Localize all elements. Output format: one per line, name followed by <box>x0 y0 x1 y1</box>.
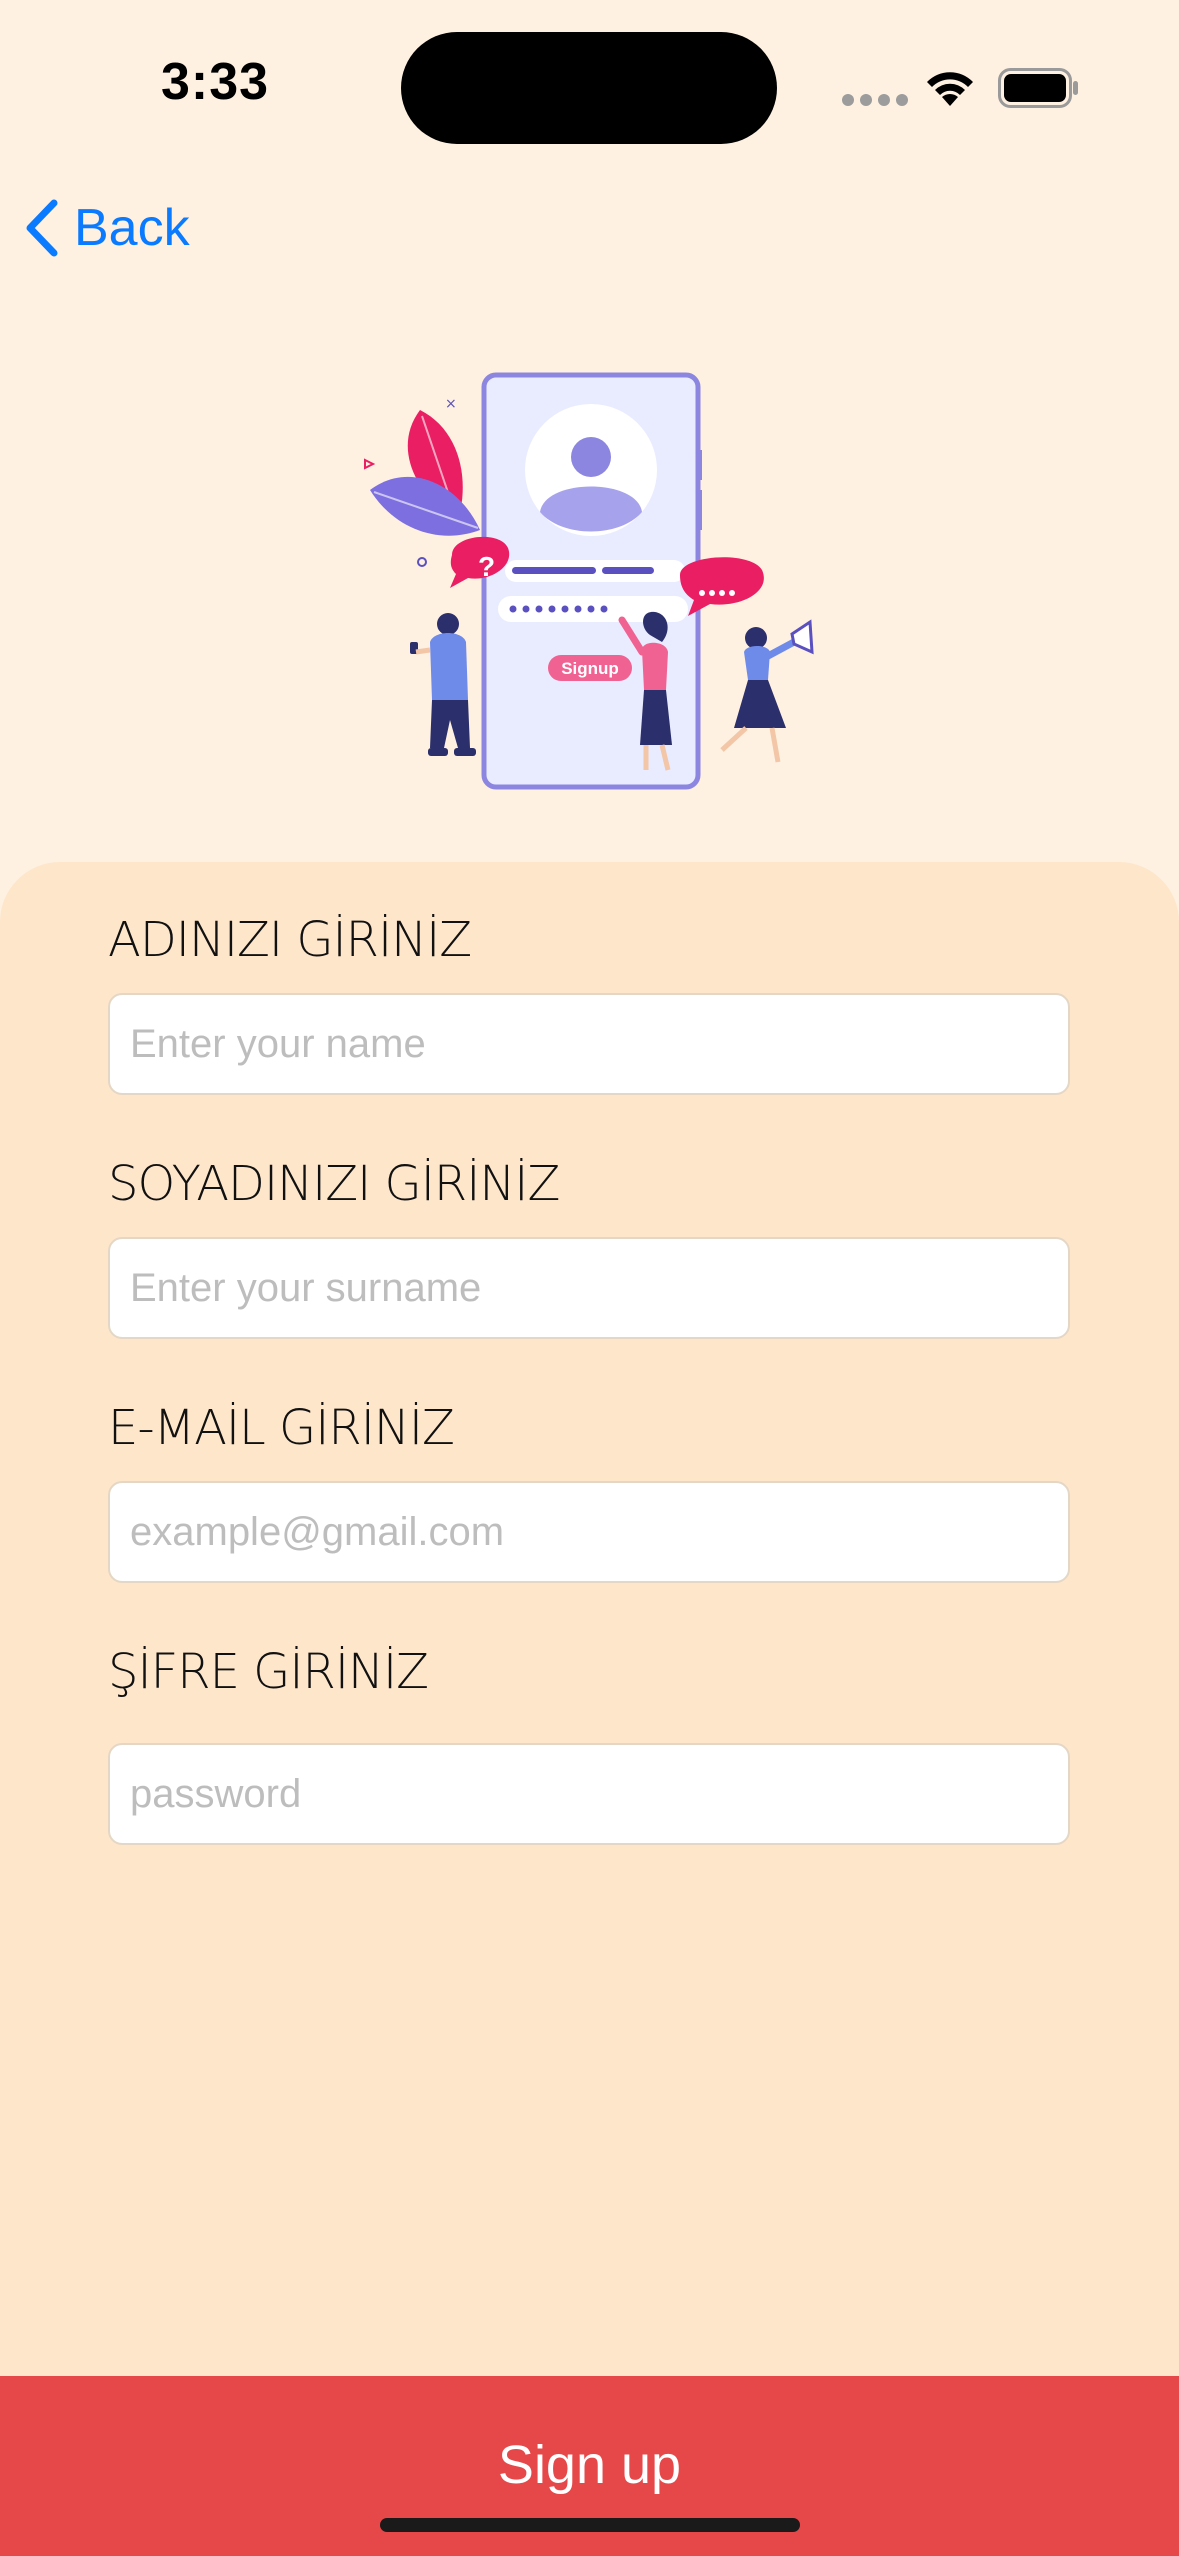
password-field-container <box>108 1743 1070 1845</box>
email-field-container <box>108 1481 1070 1583</box>
email-label: E-MAİL GİRİNİZ <box>108 1400 455 1456</box>
name-input[interactable] <box>110 995 1068 1093</box>
surname-label: SOYADINIZI GİRİNİZ <box>108 1156 560 1212</box>
email-input[interactable] <box>110 1483 1068 1581</box>
signup-illustration: × Signup ? <box>364 372 814 790</box>
signup-button-label: Sign up <box>497 2435 682 2495</box>
battery-icon <box>998 68 1078 108</box>
home-indicator <box>380 2518 800 2532</box>
surname-field-container <box>108 1237 1070 1339</box>
name-label: ADINIZI GİRİNİZ <box>108 912 472 968</box>
dynamic-island <box>401 32 777 144</box>
cellular-signal-icon <box>842 94 908 106</box>
status-bar: 3:33 <box>0 0 1179 180</box>
wifi-icon <box>927 72 973 106</box>
svg-text:?: ? <box>478 551 495 582</box>
surname-input[interactable] <box>110 1239 1068 1337</box>
back-label: Back <box>74 199 190 257</box>
svg-text:×: × <box>445 396 457 412</box>
status-time: 3:33 <box>160 53 270 111</box>
back-button[interactable]: Back <box>24 190 190 266</box>
password-label: ŞİFRE GİRİNİZ <box>108 1644 429 1700</box>
name-field-container <box>108 993 1070 1095</box>
illustration-signup-text: Signup <box>561 659 619 678</box>
chevron-left-icon <box>26 199 58 257</box>
signup-form <box>0 862 1179 2556</box>
password-input[interactable] <box>110 1745 1068 1843</box>
